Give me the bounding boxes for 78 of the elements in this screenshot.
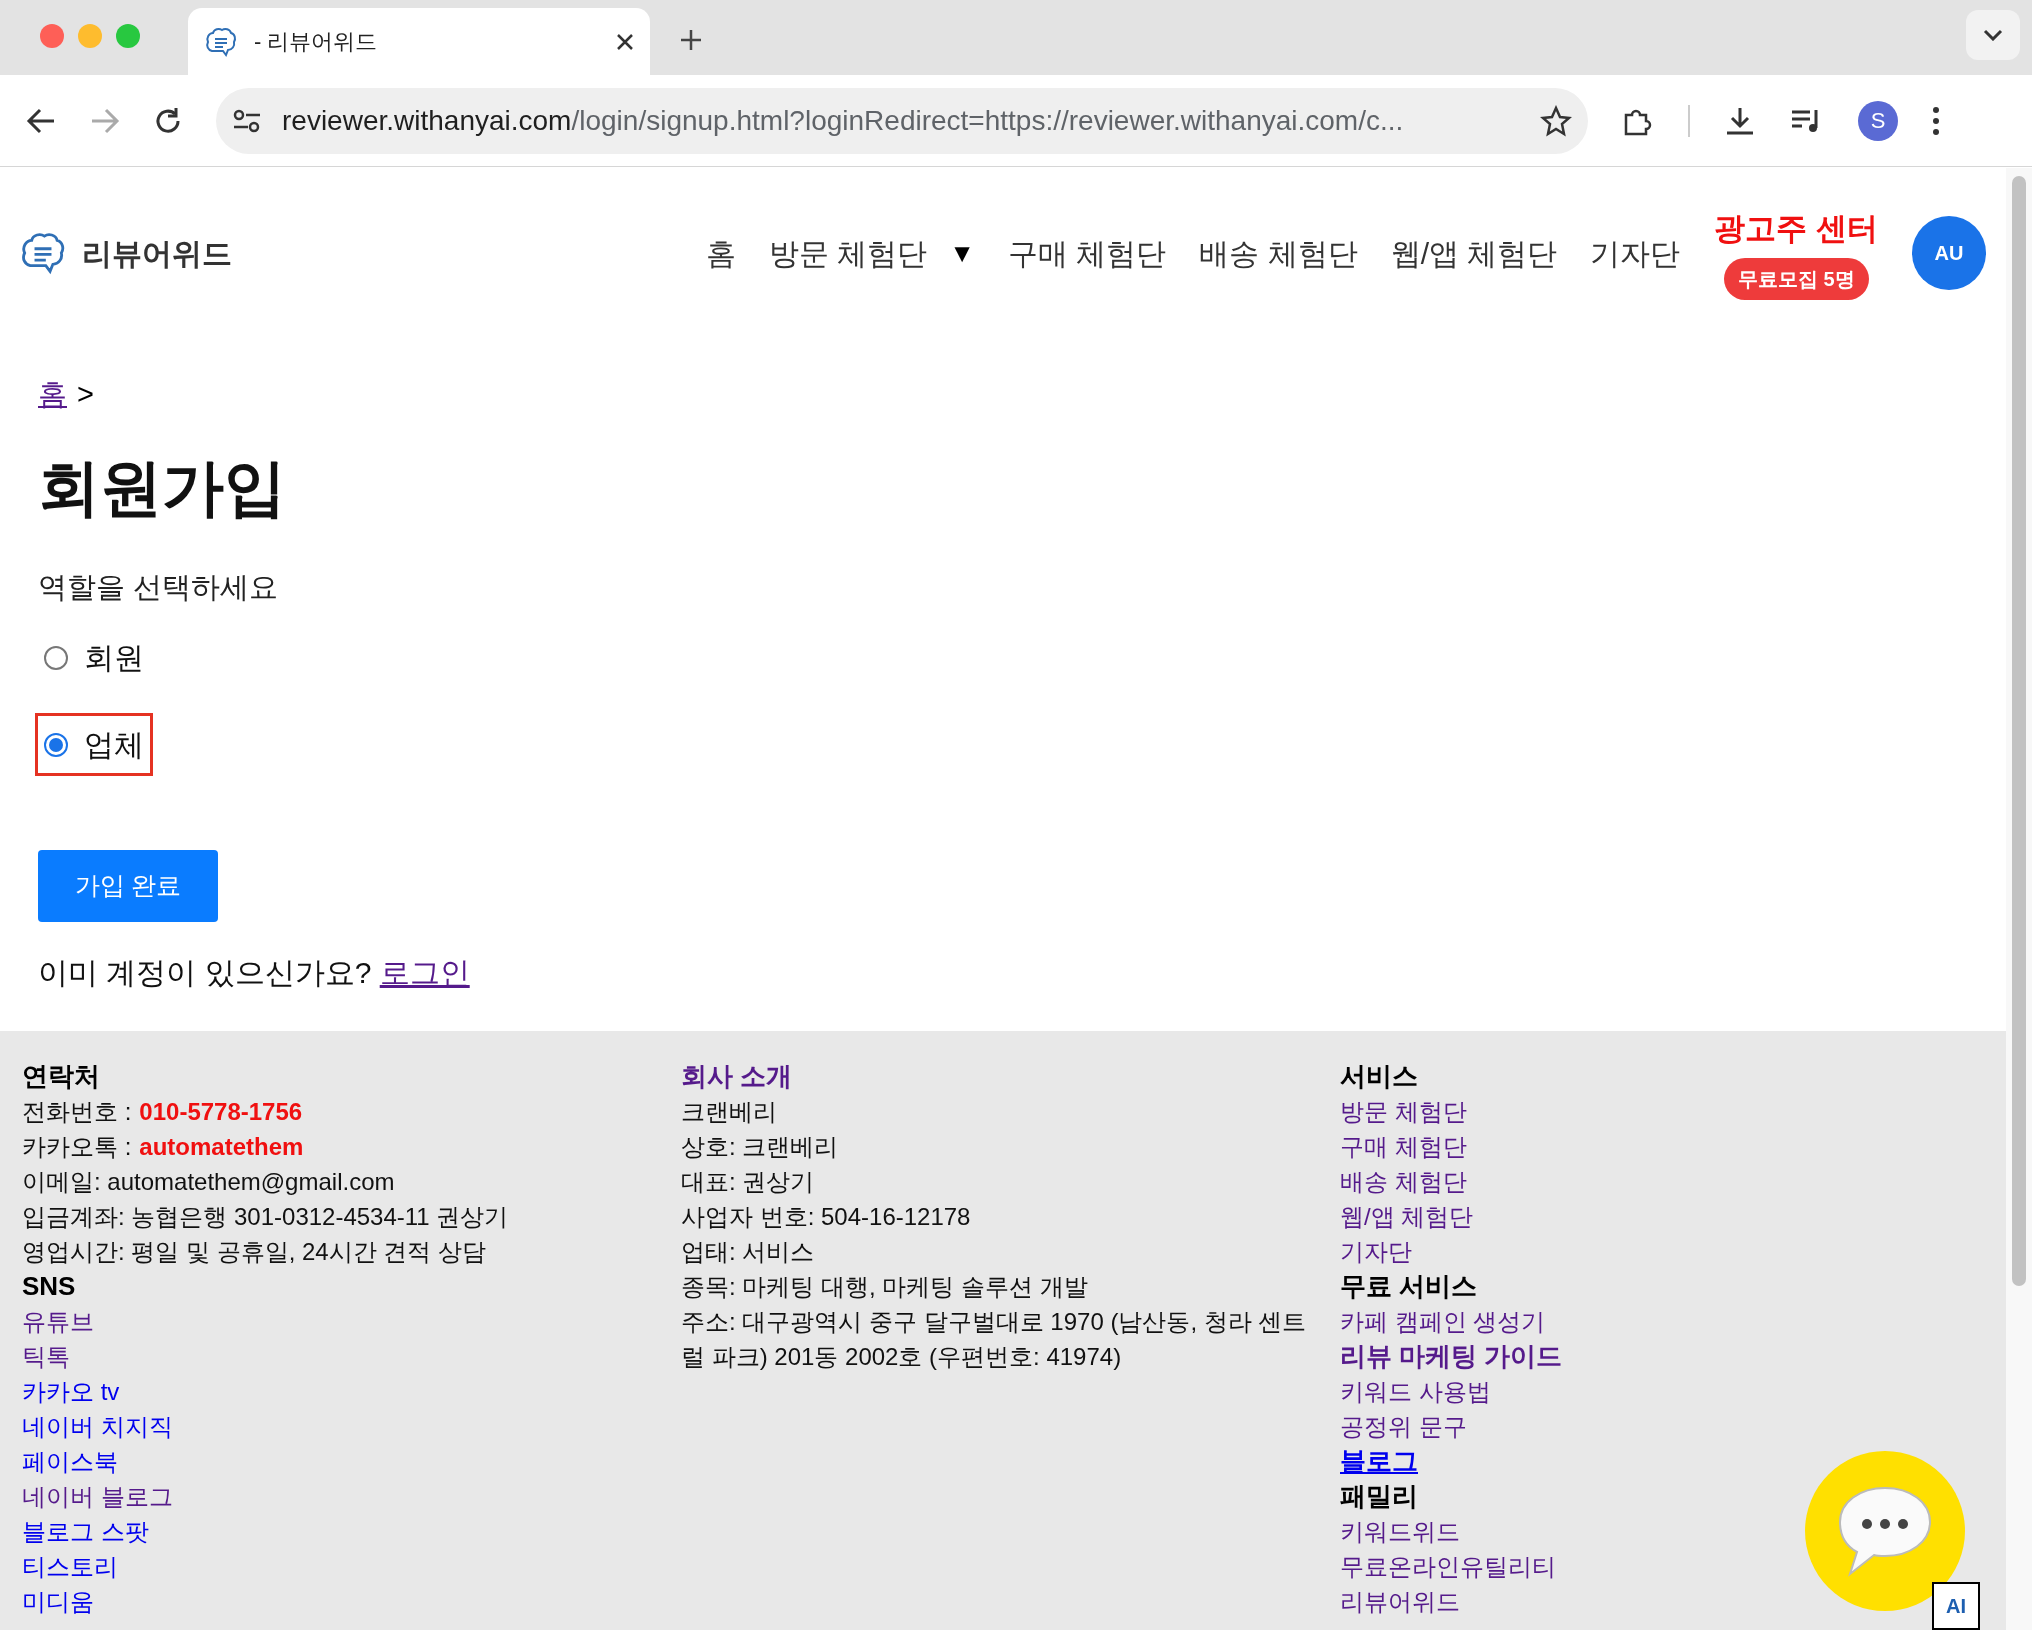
user-avatar[interactable]: AU (1912, 216, 1986, 290)
back-arrow-icon[interactable] (26, 107, 56, 134)
footer-heading-link[interactable]: 리뷰 마케팅 가이드 (1340, 1339, 1563, 1374)
footer-link[interactable]: 기자단 (1340, 1234, 1412, 1269)
nav-link[interactable]: 기자단 (1590, 230, 1681, 276)
footer-link[interactable]: 네이버 치지직 (22, 1409, 173, 1444)
footer-link[interactable]: 미디움 (22, 1584, 94, 1619)
footer-link[interactable]: 웹/앱 체험단 (1340, 1199, 1474, 1234)
logo-text[interactable]: 리뷰어위드 (82, 230, 232, 276)
chevron-down-icon (1983, 29, 2003, 41)
close-tab-icon[interactable] (616, 32, 634, 51)
role-option[interactable]: 회원 (38, 629, 150, 686)
footer-link[interactable]: 블로그 스팟 (22, 1514, 149, 1549)
footer-link[interactable]: 배송 체험단 (1340, 1164, 1467, 1199)
nav-link[interactable]: 방문 체험단 ▼ (768, 230, 975, 276)
footer-heading: SNS (22, 1270, 77, 1303)
new-tab-icon[interactable] (680, 29, 702, 51)
footer-link[interactable]: 카카오 tv (22, 1374, 120, 1409)
footer-link[interactable]: 유튜브 (22, 1304, 94, 1339)
footer-text: 크랜베리 (681, 1097, 778, 1127)
reload-icon[interactable] (154, 106, 182, 135)
footer-label: 카카오톡 : (22, 1132, 132, 1162)
footer-link[interactable]: 무료온라인유틸리티 (1340, 1549, 1556, 1584)
footer-link[interactable]: 틱톡 (22, 1339, 70, 1374)
free-recruit-badge: 무료모집 5명 (1723, 258, 1869, 301)
footer-text: 종목: 마케팅 대행, 마케팅 솔루션 개발 (681, 1272, 1089, 1302)
advertiser-center-link[interactable]: 광고주 센터 (1714, 205, 1878, 253)
nav-link[interactable]: 웹/앱 체험단 (1390, 230, 1558, 276)
nav-link[interactable]: 구매 체험단 (1008, 230, 1167, 276)
footer-link[interactable]: 네이버 블로그 (22, 1479, 173, 1514)
breadcrumb-link[interactable]: 홈 (38, 373, 67, 417)
footer-text: 입금계좌: 농협은행 301-0312-4534-11 권상기 (22, 1202, 510, 1232)
footer-link[interactable]: 키워드위드 (1340, 1514, 1460, 1549)
footer-text: 사업자 번호: 504-16-12178 (681, 1202, 972, 1232)
speech-bubble-icon (1836, 1484, 1934, 1578)
login-link[interactable]: 로그인 (379, 956, 470, 989)
footer-heading: 서비스 (1340, 1060, 1419, 1093)
footer-text: 대표: 권상기 (681, 1167, 816, 1197)
address-bar[interactable]: reviewer.withanyai.com/login/signup.html?loginRedirect=https://reviewer.withanyai.com/c... (216, 87, 1588, 154)
footer-heading: 무료 서비스 (1340, 1270, 1479, 1303)
url-text: reviewer.withanyai.com/login/signup.html?loginRedirect=https://reviewer.withanyai.com/c... (282, 103, 1405, 138)
footer-text: 영업시간: 평일 및 공휴일, 24시간 견적 상담 (22, 1237, 488, 1267)
more-menu-icon[interactable] (1932, 105, 1940, 136)
tab-list-button[interactable] (1966, 10, 2020, 60)
footer-text: 상호: 크랜베리 (681, 1132, 840, 1162)
bookmark-star-icon[interactable] (1540, 104, 1572, 137)
footer-label: 전화번호 : (22, 1097, 132, 1127)
footer-link[interactable]: 티스토리 (22, 1549, 118, 1584)
footer-link[interactable]: 카페 캠페인 생성기 (1340, 1304, 1546, 1339)
footer-link[interactable]: 공정위 문구 (1340, 1409, 1467, 1444)
page-title: 회원가입 (38, 451, 287, 524)
role-option[interactable]: 업체 (38, 716, 150, 773)
footer-link[interactable]: 구매 체험단 (1340, 1129, 1467, 1164)
footer-value: 010-5778-1756 (139, 1097, 303, 1127)
tab-title: - 리뷰어위드 (254, 28, 379, 56)
login-prompt-text: 이미 계정이 있으신가요? (38, 956, 372, 989)
footer-text: 이메일: automatethem@gmail.com (22, 1167, 396, 1197)
signup-complete-button[interactable]: 가입 완료 (38, 850, 218, 922)
role-prompt: 역할을 선택하세요 (38, 569, 280, 605)
browser-tab[interactable]: - 리뷰어위드 (188, 8, 650, 75)
nav-link[interactable]: 홈 (705, 230, 736, 276)
footer-link[interactable]: 키워드 사용법 (1340, 1374, 1491, 1409)
footer-link[interactable]: 방문 체험단 (1340, 1094, 1467, 1129)
footer-text: 업태: 서비스 (681, 1237, 816, 1267)
profile-avatar[interactable]: S (1858, 100, 1898, 141)
footer-value: automatethem (139, 1132, 304, 1162)
footer-heading: 연락처 (22, 1060, 101, 1093)
footer-link[interactable]: 리뷰어위드 (1340, 1584, 1460, 1619)
site-settings-icon[interactable] (232, 107, 262, 134)
ai-badge[interactable]: AI (1932, 1582, 1980, 1630)
footer-heading-link[interactable]: 회사 소개 (681, 1059, 793, 1094)
footer-heading: 패밀리 (1340, 1480, 1419, 1513)
nav-link[interactable]: 배송 체험단 (1199, 230, 1358, 276)
footer-heading-link[interactable]: 블로그 (1340, 1444, 1418, 1479)
breadcrumb-separator: > (77, 377, 94, 412)
footer-link[interactable]: 페이스북 (22, 1444, 118, 1479)
footer-text: 주소: 대구광역시 중구 달구벌대로 1970 (남산동, 청라 센트럴 파크) 201동 2002호 (우편번호: 41974) (681, 1307, 1308, 1372)
scrollbar-thumb[interactable] (2012, 176, 2026, 1286)
